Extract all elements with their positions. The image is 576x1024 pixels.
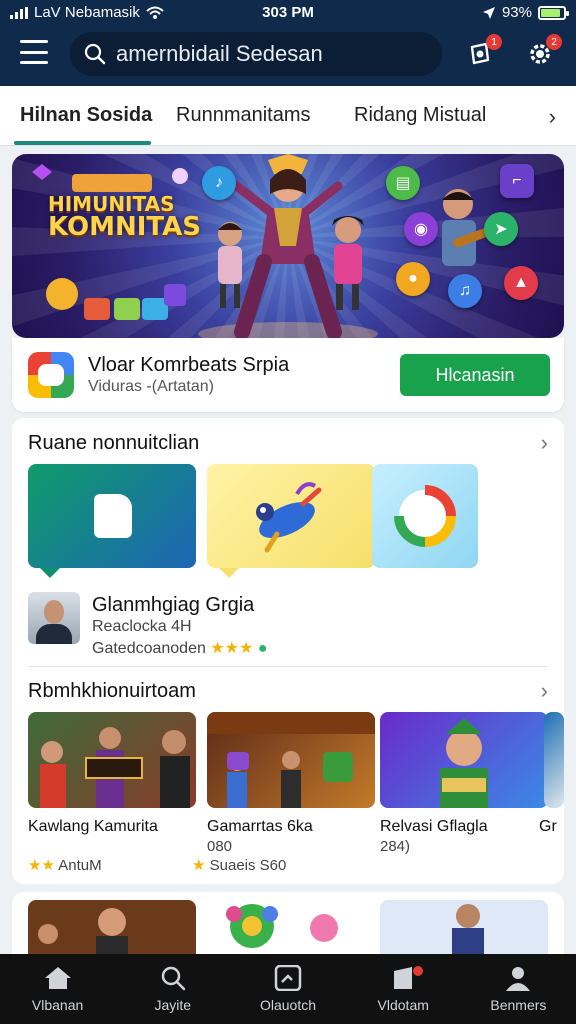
status-bar: LaV Nebamasik 303 PM 93% bbox=[0, 0, 576, 26]
menu-button[interactable] bbox=[20, 40, 48, 64]
app-meta-2: ★ Suaeis S60 bbox=[192, 856, 286, 874]
app-title-3[interactable]: Relvasi Gflagla bbox=[380, 818, 488, 836]
star-rating-icon: ★★★ bbox=[210, 640, 254, 657]
install-button[interactable]: Hlcanasin bbox=[400, 354, 550, 396]
battery-icon bbox=[538, 5, 569, 20]
playlist-icon: ♫ bbox=[448, 274, 482, 308]
nav-notifications-label: Vldotam bbox=[377, 997, 429, 1013]
section-apps-chevron-icon[interactable]: › bbox=[541, 678, 548, 704]
battery-percent: 93% bbox=[501, 4, 532, 21]
creature-icon bbox=[256, 482, 322, 553]
app-header: LaV Nebamasik 303 PM 93% 1 bbox=[0, 0, 576, 86]
community-tile-2[interactable] bbox=[207, 464, 375, 578]
record-icon: ● bbox=[396, 262, 430, 296]
music-note-icon: ♪ bbox=[202, 166, 236, 200]
featured-creator-subtitle: Reaclocka 4H bbox=[92, 618, 192, 635]
share-icon: ➤ bbox=[484, 212, 518, 246]
green-dot-icon: ● bbox=[257, 640, 268, 657]
hero-banner[interactable]: HIMUNITAS KOMNITAS ♪ ▤ ⌐ ◉ ➤ ● ♫ ▲ bbox=[12, 154, 564, 338]
character-photo-image bbox=[440, 718, 488, 808]
notifications-badge: 1 bbox=[486, 34, 502, 50]
activity-icon bbox=[274, 965, 302, 991]
location-icon bbox=[482, 6, 495, 19]
tab-virtual-room[interactable]: Ridang Mistual bbox=[354, 104, 486, 127]
community-tile-1[interactable] bbox=[28, 464, 196, 578]
search-icon bbox=[84, 43, 106, 65]
section-title-apps: Rbmhkhionuirtoam bbox=[28, 680, 196, 702]
nav-discover-label: Jayite bbox=[154, 997, 192, 1013]
section-community-chevron-icon[interactable]: › bbox=[541, 430, 548, 456]
group-photo-image bbox=[40, 727, 190, 808]
banner-title-line2: KOMNITAS bbox=[48, 212, 201, 242]
creator-avatar[interactable] bbox=[28, 592, 80, 644]
camera-icon: ◉ bbox=[404, 212, 438, 246]
tab-communities[interactable]: Runnmanitams bbox=[176, 104, 311, 127]
banner-title-line1: HIMUNITAS bbox=[48, 192, 175, 216]
featured-app-subtitle: Viduras -(Artatan) bbox=[88, 378, 214, 395]
section-title-community: Ruane nonnuitclian bbox=[28, 432, 200, 454]
crowd-photo-image bbox=[207, 712, 375, 808]
divider bbox=[28, 666, 548, 667]
app-meta-text-1: AntuM bbox=[58, 857, 102, 874]
tab-home-social[interactable]: Hilnan Sosida bbox=[20, 104, 152, 127]
app-meta-1: ★★ AntuM bbox=[28, 856, 102, 874]
profile-badge: 2 bbox=[546, 34, 562, 50]
featured-app-title: Vloar Komrbeats Srpia bbox=[88, 354, 290, 376]
avatar-body bbox=[36, 624, 72, 644]
active-tab-indicator bbox=[14, 141, 151, 145]
chat-app-icon: ⌐ bbox=[500, 164, 534, 198]
nav-home[interactable]: Vlbanan bbox=[0, 954, 115, 1024]
search-bar[interactable] bbox=[70, 32, 442, 76]
banner-title: HIMUNITAS KOMNITAS bbox=[48, 194, 201, 240]
nav-notifications[interactable]: Vldotam bbox=[346, 954, 461, 1024]
menu-line bbox=[20, 50, 48, 54]
app-sub-2: 080 bbox=[207, 838, 233, 855]
app-title-2[interactable]: Gamarrtas 6ka bbox=[207, 818, 313, 836]
nav-profile-label: Benmers bbox=[490, 997, 547, 1013]
home-icon bbox=[44, 967, 71, 989]
nav-profile[interactable]: Benmers bbox=[461, 954, 576, 1024]
app-thumb-1[interactable] bbox=[28, 712, 196, 808]
star-rating-icon: ★ bbox=[192, 857, 206, 874]
notifications-dot bbox=[412, 966, 423, 976]
refresh-circle-icon bbox=[394, 485, 456, 547]
featured-creator-title[interactable]: Glanmhgiag Grgia bbox=[92, 594, 254, 617]
nav-discover[interactable]: Jayite bbox=[115, 954, 230, 1024]
app-thumb-3[interactable] bbox=[380, 712, 548, 808]
profile-icon bbox=[506, 967, 531, 991]
featured-creator-meta-text: Gatedcoanoden bbox=[92, 640, 206, 657]
search-input[interactable] bbox=[116, 41, 416, 67]
featured-app-card[interactable]: Vloar Komrbeats Srpia Viduras -(Artatan)… bbox=[12, 338, 564, 412]
nav-activity[interactable]: Olauotch bbox=[230, 954, 345, 1024]
app-thumb-4[interactable] bbox=[544, 712, 564, 808]
discover-icon bbox=[161, 966, 186, 991]
tabs-more-chevron-icon[interactable]: › bbox=[549, 104, 556, 130]
banner-illustration bbox=[32, 154, 511, 338]
star-rating-icon: ★★ bbox=[28, 857, 55, 874]
profile-settings-button[interactable]: 2 bbox=[522, 34, 562, 72]
community-tile-3[interactable] bbox=[372, 464, 478, 568]
app-title-4[interactable]: Gr bbox=[539, 818, 557, 836]
media-player-icon: ▤ bbox=[386, 166, 420, 200]
tile-tail bbox=[219, 568, 239, 578]
shield-icon bbox=[94, 494, 132, 538]
app-title-1[interactable]: Kawlang Kamurita bbox=[28, 818, 158, 836]
tab-bar: Hilnan Sosida Runnmanitams Ridang Mistua… bbox=[0, 86, 576, 146]
app-thumb-2[interactable] bbox=[207, 712, 375, 808]
app-meta-text-2: Suaeis S60 bbox=[209, 857, 287, 874]
menu-line bbox=[20, 61, 48, 64]
app-sub-3: 284) bbox=[380, 838, 411, 855]
menu-line bbox=[20, 40, 48, 43]
app-logo-icon bbox=[28, 352, 74, 398]
nav-home-label: Vlbanan bbox=[31, 997, 84, 1013]
tile-tail bbox=[40, 568, 60, 578]
arrow-up-icon: ▲ bbox=[504, 266, 538, 300]
featured-creator-meta: Gatedcoanoden ★★★ ● bbox=[92, 638, 267, 658]
avatar-head bbox=[44, 600, 64, 624]
nav-activity-label: Olauotch bbox=[259, 997, 317, 1013]
bottom-navigation: Vlbanan Jayite Olauotch Vldotam Benmers bbox=[0, 954, 576, 1024]
content-card: Ruane nonnuitclian › Glanmhgiag Grgia Re… bbox=[12, 418, 564, 884]
notifications-button[interactable]: 1 bbox=[462, 34, 502, 72]
status-right: 93% bbox=[482, 4, 569, 21]
